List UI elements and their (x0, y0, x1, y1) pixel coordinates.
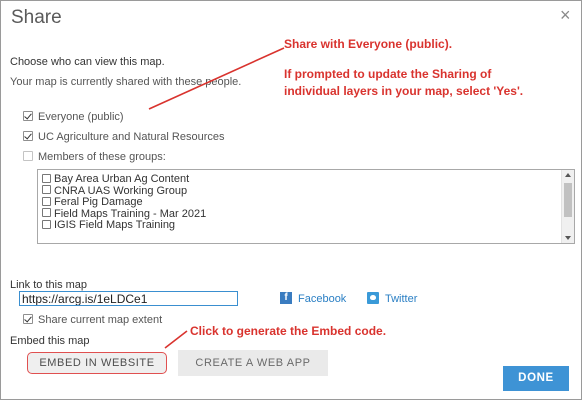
share-dialog: Share × Choose who can view this map. Yo… (0, 0, 582, 400)
annotation-arrows (148, 47, 285, 349)
annotation-arrow-share (148, 47, 285, 110)
annotation-arrow-embed (164, 330, 188, 349)
